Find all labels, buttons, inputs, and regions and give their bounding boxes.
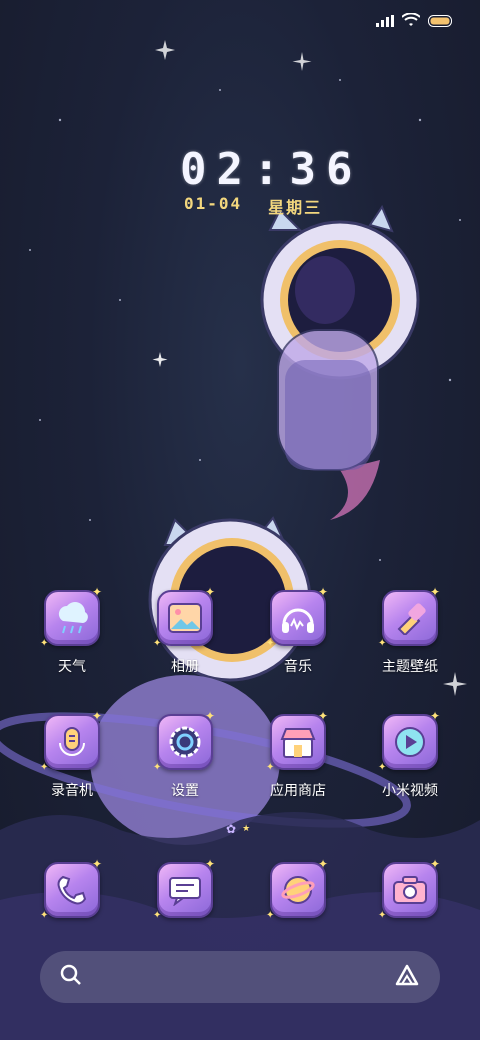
app-settings[interactable]: ✦ ✦ 设置 <box>130 710 240 800</box>
dock-camera[interactable]: ✦ ✦ <box>355 858 465 921</box>
app-label: 相册 <box>171 659 199 675</box>
music-icon[interactable]: ✦ ✦ <box>266 586 328 649</box>
date-line: 01-04 星期三 <box>184 194 322 218</box>
gallery-icon[interactable]: ✦ ✦ <box>153 586 215 649</box>
dock-messages[interactable]: ✦ ✦ <box>130 858 240 921</box>
app-label: 音乐 <box>284 659 312 675</box>
app-music[interactable]: ✦ ✦ 音乐 <box>243 586 353 676</box>
page-dot-active-icon: ✿ <box>226 822 237 836</box>
app-store[interactable]: ✦ ✦ 应用商店 <box>243 710 353 800</box>
wifi-icon <box>401 11 421 31</box>
recorder-icon[interactable]: ✦ ✦ <box>40 710 102 773</box>
battery-icon <box>428 12 454 31</box>
status-bar <box>376 10 454 32</box>
theme-brush-icon[interactable]: ✦ ✦ <box>378 586 440 649</box>
camera-icon[interactable]: ✦ ✦ <box>378 858 440 921</box>
date-text: 01-04 <box>184 194 243 213</box>
signal-icon <box>376 12 394 31</box>
dock-phone[interactable]: ✦ ✦ <box>17 858 127 921</box>
weekday-text: 星期三 <box>268 198 323 217</box>
app-label: 主题壁纸 <box>382 659 438 675</box>
assistant-icon[interactable] <box>394 964 420 990</box>
page-indicator: ✿ ★ <box>226 822 250 836</box>
app-recorder[interactable]: ✦ ✦ 录音机 <box>17 710 127 800</box>
settings-icon[interactable]: ✦ ✦ <box>153 710 215 773</box>
app-label: 天气 <box>58 659 86 675</box>
search-bar[interactable] <box>40 951 440 1003</box>
page-dot-icon: ★ <box>242 824 251 834</box>
app-label: 录音机 <box>51 783 93 799</box>
app-store-icon[interactable]: ✦ ✦ <box>266 710 328 773</box>
weather-icon[interactable]: ✦ ✦ <box>40 586 102 649</box>
app-label: 小米视频 <box>382 783 438 799</box>
app-label: 设置 <box>171 783 199 799</box>
app-gallery[interactable]: ✦ ✦ 相册 <box>130 586 240 676</box>
messages-icon[interactable]: ✦ ✦ <box>153 858 215 921</box>
phone-icon[interactable]: ✦ ✦ <box>40 858 102 921</box>
browser-icon[interactable]: ✦ ✦ <box>266 858 328 921</box>
app-themes[interactable]: ✦ ✦ 主题壁纸 <box>355 586 465 676</box>
app-weather[interactable]: ✦ ✦ 天气 <box>17 586 127 676</box>
app-mi-video[interactable]: ✦ ✦ 小米视频 <box>355 710 465 800</box>
app-label: 应用商店 <box>270 783 326 799</box>
video-play-icon[interactable]: ✦ ✦ <box>378 710 440 773</box>
search-icon[interactable] <box>60 964 82 990</box>
astronaut-illustration-top <box>260 204 420 520</box>
dock-browser[interactable]: ✦ ✦ <box>243 858 353 921</box>
clock-time[interactable]: 02:36 <box>180 144 362 195</box>
